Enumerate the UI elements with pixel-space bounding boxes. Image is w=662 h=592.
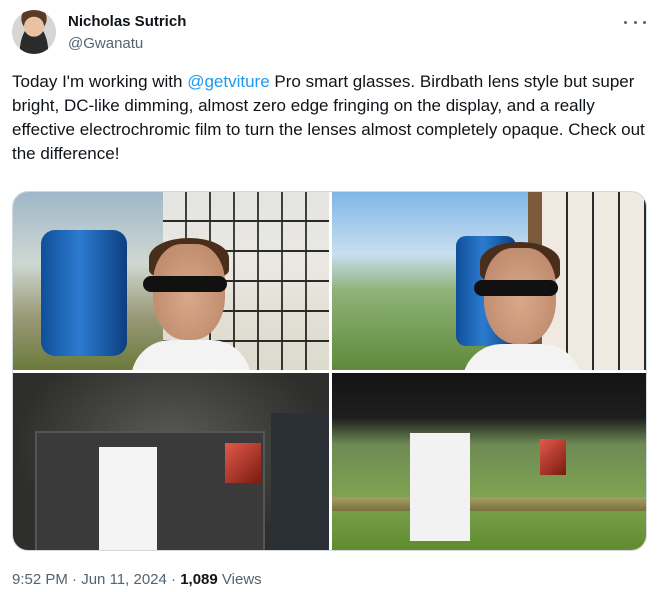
user-name[interactable]: Nicholas Sutrich [68, 12, 186, 32]
media-grid [12, 191, 647, 551]
photo-2[interactable] [332, 192, 646, 370]
views-label: Views [217, 571, 262, 588]
user-handle[interactable]: @Gwanatu [68, 34, 143, 54]
tweet-text: Today I'm working with @getviture Pro sm… [12, 70, 646, 166]
more-options-icon[interactable] [624, 14, 646, 30]
tweet-date: Jun 11, 2024 [81, 571, 167, 588]
photo-4[interactable] [332, 373, 646, 550]
tweet-time-link[interactable]: 9:52 PM · Jun 11, 2024 [12, 571, 167, 588]
tweet-text-start: Today I'm working with [12, 72, 188, 91]
avatar[interactable] [12, 10, 56, 54]
mention-link[interactable]: @getviture [187, 72, 269, 91]
photo-1[interactable] [13, 192, 329, 370]
meta-separator: · [67, 571, 82, 588]
meta-separator-2: · [166, 571, 181, 588]
tweet-header: Nicholas Sutrich @Gwanatu [12, 8, 650, 56]
tweet-time: 9:52 PM [12, 571, 68, 588]
views-count[interactable]: 1,089 [180, 571, 218, 588]
tweet-meta: 9:52 PM · Jun 11, 2024 · 1,089 Views [12, 570, 262, 590]
photo-3[interactable] [13, 373, 329, 550]
